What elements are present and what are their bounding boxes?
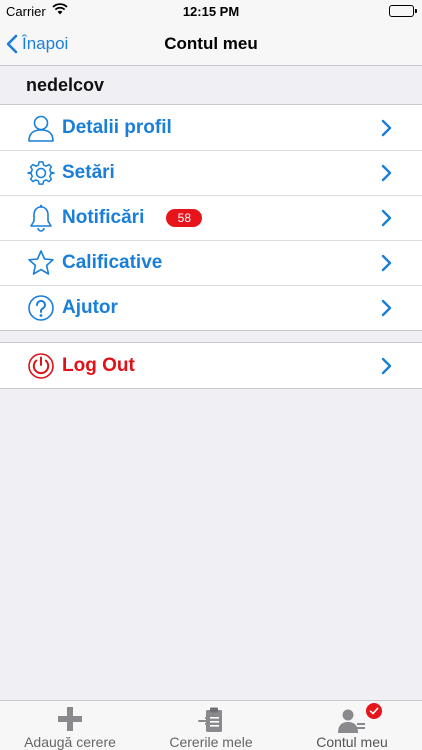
power-icon: [26, 351, 56, 381]
plus-icon: [0, 706, 140, 734]
menu-item-label: Setări: [62, 161, 115, 183]
chevron-right-icon: [381, 254, 392, 272]
bell-icon: [26, 203, 56, 233]
account-icon: [282, 706, 422, 734]
help-icon: [26, 293, 56, 323]
menu-item-profile-details[interactable]: Detalii profil: [0, 105, 422, 150]
menu-item-help[interactable]: Ajutor: [0, 285, 422, 330]
status-bar: Carrier 12:15 PM: [0, 0, 422, 22]
username: nedelcov: [26, 75, 105, 95]
tab-label: Adaugă cerere: [24, 734, 116, 750]
page-title: Contul meu: [164, 34, 258, 53]
person-icon: [26, 113, 56, 143]
menu-item-label: Ajutor: [62, 296, 118, 318]
tab-bar: Adaugă cerere Cererile mele Contul meu: [0, 700, 422, 750]
tab-label: Cererile mele: [169, 734, 253, 750]
menu-item-settings[interactable]: Setări: [0, 150, 422, 195]
menu-item-label: Calificative: [62, 251, 163, 273]
logout-button[interactable]: Log Out: [0, 343, 422, 388]
menu-item-label: Detalii profil: [62, 116, 172, 138]
star-icon: [26, 248, 56, 278]
tab-label: Contul meu: [316, 734, 388, 750]
chevron-right-icon: [381, 209, 392, 227]
menu-item-notifications[interactable]: Notificări 58: [0, 195, 422, 240]
logout-label: Log Out: [62, 354, 135, 376]
notification-count-badge: 58: [166, 208, 203, 227]
menu-item-ratings[interactable]: Calificative: [0, 240, 422, 285]
status-time: 12:15 PM: [182, 4, 240, 19]
menu-item-label: Notificări: [62, 206, 145, 228]
clipboard-icon: [141, 706, 281, 734]
checkmark-icon: [366, 703, 382, 719]
user-header: nedelcov: [0, 66, 422, 104]
logout-section: Log Out: [0, 342, 422, 389]
battery-icon: [389, 5, 417, 17]
tab-add-request[interactable]: Adaugă cerere: [0, 701, 140, 750]
tab-my-account[interactable]: Contul meu: [282, 701, 422, 750]
navigation-bar: Înapoi Contul meu: [0, 22, 422, 66]
gear-icon: [26, 158, 56, 188]
tab-my-requests[interactable]: Cererile mele: [141, 701, 281, 750]
chevron-right-icon: [381, 357, 392, 375]
chevron-right-icon: [381, 164, 392, 182]
account-menu: Detalii profil Setări Notificări 58 Cali…: [0, 104, 422, 331]
chevron-right-icon: [381, 119, 392, 137]
chevron-right-icon: [381, 299, 392, 317]
